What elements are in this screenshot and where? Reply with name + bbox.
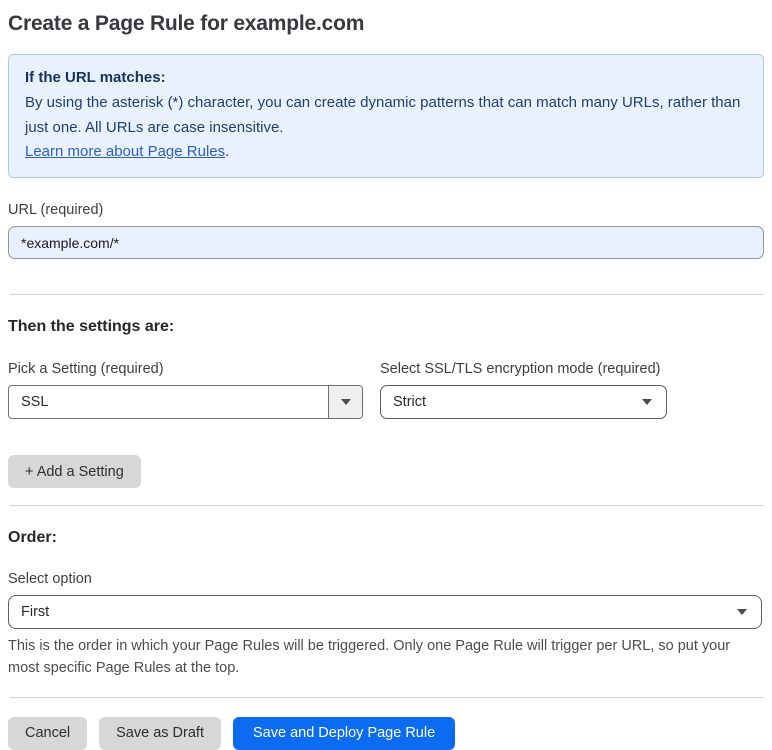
chevron-down-icon [642, 399, 652, 406]
save-as-draft-button[interactable]: Save as Draft [99, 716, 221, 750]
cancel-button[interactable]: Cancel [8, 716, 88, 750]
save-and-deploy-button[interactable]: Save and Deploy Page Rule [232, 716, 456, 750]
info-box-body-text: By using the asterisk (*) character, you… [25, 94, 741, 136]
divider [10, 696, 764, 698]
setting-picker-arrow-box[interactable] [328, 386, 362, 419]
url-input[interactable] [8, 226, 764, 260]
setting-picker-select[interactable]: SSL [8, 385, 363, 420]
divider [10, 294, 764, 296]
ssl-mode-label: Select SSL/TLS encryption mode (required… [380, 361, 661, 378]
divider [10, 505, 764, 507]
url-match-info-box: If the URL matches: By using the asteris… [8, 54, 764, 179]
page-title: Create a Page Rule for example.com [8, 12, 365, 35]
order-select-label: Select option [8, 571, 92, 588]
chevron-down-icon [737, 609, 747, 616]
order-help-text: This is the order in which your Page Rul… [8, 638, 731, 676]
order-section: Order: Select option First This is the o… [8, 529, 764, 680]
setting-picker-value: SSL [21, 394, 49, 411]
chevron-down-icon [340, 399, 351, 406]
setting-picker-column: Pick a Setting (required) SSL [8, 361, 363, 420]
learn-more-link[interactable]: Learn more about Page Rules [25, 143, 225, 160]
settings-row: Pick a Setting (required) SSL Select SSL… [8, 361, 764, 420]
create-page-rule-form: Create a Page Rule for example.com If th… [0, 0, 772, 750]
order-select-value: First [21, 604, 50, 621]
setting-picker-label: Pick a Setting (required) [8, 361, 164, 378]
order-select[interactable]: First [8, 595, 762, 630]
add-setting-button[interactable]: + Add a Setting [8, 455, 141, 489]
info-box-heading: If the URL matches: [25, 69, 166, 86]
form-actions: Cancel Save as Draft Save and Deploy Pag… [8, 716, 764, 750]
ssl-mode-select[interactable]: Strict [380, 385, 667, 420]
ssl-mode-column: Select SSL/TLS encryption mode (required… [380, 361, 667, 420]
ssl-mode-value: Strict [393, 394, 427, 411]
order-select-row: Select option First [8, 571, 764, 630]
order-section-heading: Order: [8, 529, 57, 547]
link-suffix: . [225, 142, 230, 160]
url-field-label: URL (required) [8, 202, 104, 219]
url-field-section: URL (required) [8, 202, 764, 260]
info-box-body: By using the asterisk (*) character, you… [25, 91, 747, 164]
settings-section-heading: Then the settings are: [8, 318, 175, 336]
